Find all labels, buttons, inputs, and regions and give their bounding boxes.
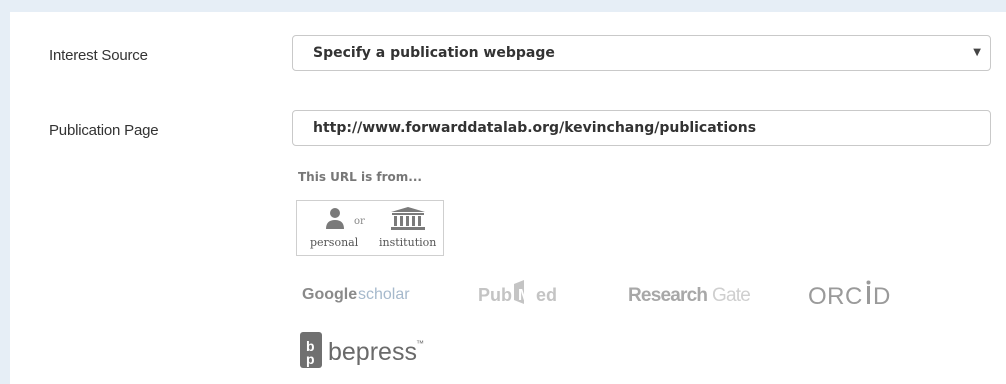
svg-text:Gate: Gate (712, 285, 750, 306)
svg-text:p: p (306, 351, 315, 367)
svg-text:ORC: ORC (808, 283, 863, 310)
publication-page-label: Publication Page (49, 122, 159, 139)
pubmed-logo[interactable]: Pub M ed (478, 276, 588, 310)
google-scholar-logo[interactable]: Google scholar (302, 282, 432, 306)
svg-text:Pub: Pub (478, 285, 512, 305)
url-type-selector[interactable]: or personal institution (296, 200, 444, 256)
interest-form-panel: Interest Source Specify a publication we… (10, 12, 1006, 384)
researchgate-logo[interactable]: Research Gate (628, 280, 768, 308)
svg-text:scholar: scholar (358, 286, 410, 303)
interest-source-select[interactable]: Specify a publication webpage ▼ (292, 35, 991, 71)
or-text: or (354, 216, 365, 227)
bepress-logo[interactable]: b p bepress ™ (300, 330, 440, 372)
publication-page-input[interactable]: http://www.forwarddatalab.org/kevinchang… (292, 110, 991, 146)
dropdown-arrow-icon: ▼ (973, 47, 981, 58)
person-icon (326, 208, 344, 229)
institution-icon (391, 207, 425, 230)
svg-text:bepress: bepress (328, 338, 417, 366)
interest-source-selected-value: Specify a publication webpage (313, 45, 555, 61)
svg-text:M: M (518, 287, 531, 304)
svg-text:Google: Google (302, 286, 357, 303)
personal-option-label[interactable]: personal (310, 236, 358, 249)
svg-text:Research: Research (628, 285, 707, 306)
interest-source-label: Interest Source (49, 47, 148, 64)
svg-text:ed: ed (536, 285, 557, 305)
url-source-prompt: This URL is from... (298, 170, 422, 184)
publication-page-value: http://www.forwarddatalab.org/kevinchang… (313, 120, 757, 136)
svg-text:D: D (873, 283, 890, 310)
orcid-logo[interactable]: ORC D (808, 280, 908, 310)
svg-text:™: ™ (416, 339, 424, 348)
institution-option-label[interactable]: institution (379, 236, 436, 249)
